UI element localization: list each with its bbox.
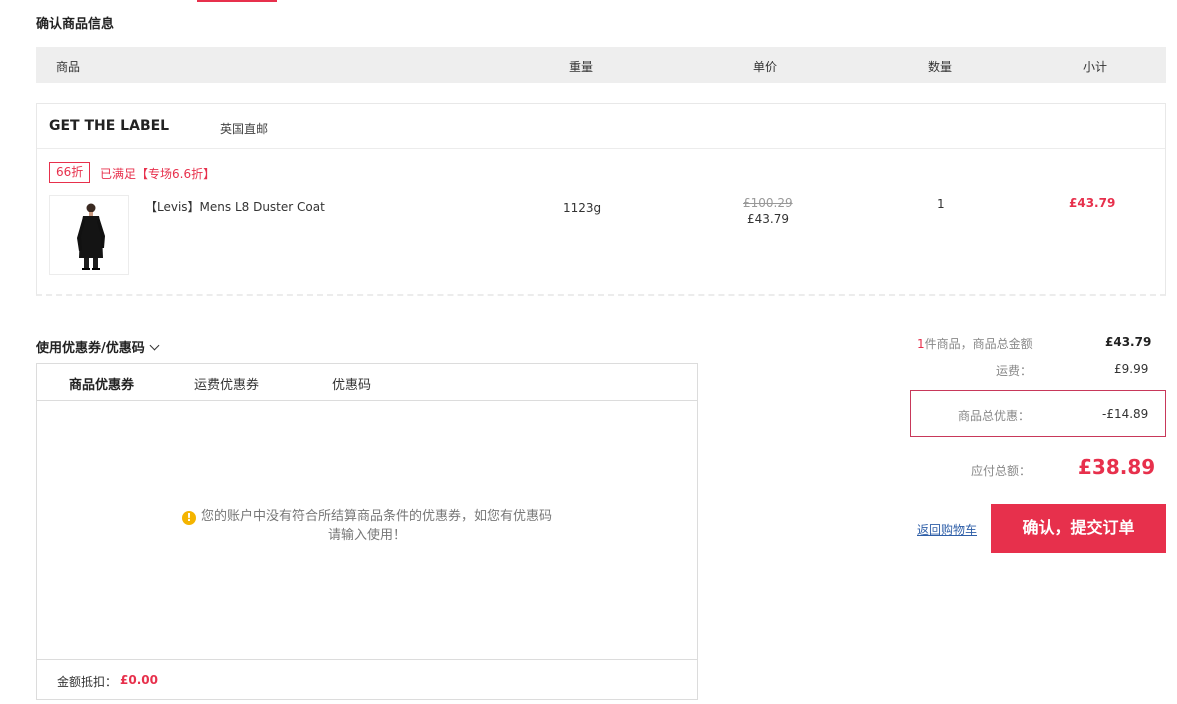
original-price: £100.29: [743, 196, 793, 210]
goods-count-label: 1件商品，商品总金额: [917, 335, 1033, 352]
unit-price: £43.79: [747, 212, 789, 226]
product-quantity: 1: [937, 197, 945, 211]
promo-text: 已满足【专场6.6折】: [100, 167, 216, 181]
header-weight: 重量: [569, 60, 594, 74]
product-weight: 1123g: [563, 201, 602, 215]
coupon-tabs: 商品优惠券 运费优惠券 优惠码: [37, 364, 697, 401]
section-title: 确认商品信息: [36, 17, 115, 32]
goods-total: £43.79: [1105, 335, 1152, 349]
header-unit-price: 单价: [753, 60, 778, 74]
product-name-link[interactable]: 【Levis】Mens L8 Duster Coat: [145, 198, 325, 215]
coupon-panel: 商品优惠券 运费优惠券 优惠码 ! 您的账户中没有符合所结算商品条件的优惠券，如您…: [36, 363, 698, 700]
goods-count-suffix: 件商品，商品总金额: [924, 337, 1033, 351]
coat-figure-icon: [77, 203, 105, 270]
no-coupon-line1: 您的账户中没有符合所结算商品条件的优惠券，如您有优惠码: [200, 509, 552, 524]
coupon-footer: 金额抵扣： £0.00: [37, 659, 697, 699]
product-thumbnail[interactable]: [49, 195, 129, 275]
store-row: GET THE LABEL 英国直邮: [37, 104, 1165, 149]
payable-total: £38.89: [1078, 455, 1156, 479]
tab-promo-code[interactable]: 优惠码: [332, 374, 371, 393]
tab-shipping-coupon[interactable]: 运费优惠券: [194, 374, 259, 393]
discount-label: 商品总优惠：: [958, 409, 1031, 423]
promo-tag: 66折: [49, 162, 91, 183]
active-step-indicator: [197, 0, 277, 2]
store-name[interactable]: GET THE LABEL: [49, 118, 169, 134]
store-order-block: GET THE LABEL 英国直邮 66折 已满足【专场6.6折】 【Levi…: [36, 103, 1166, 296]
submit-order-button[interactable]: 确认，提交订单: [991, 504, 1166, 553]
item-subtotal: £43.79: [1069, 196, 1116, 210]
shipping-label: 运费：: [996, 364, 1033, 378]
coupon-section-title: 使用优惠券/优惠码: [36, 341, 145, 356]
deduction-value: £0.00: [120, 673, 158, 687]
goods-count: 1: [917, 337, 925, 351]
header-quantity: 数量: [928, 60, 953, 74]
coupon-section-toggle[interactable]: 使用优惠券/优惠码: [36, 337, 160, 356]
shipping-method: 英国直邮: [220, 122, 269, 136]
header-subtotal: 小计: [1083, 60, 1108, 74]
no-coupon-line2: 请输入使用！: [327, 528, 406, 543]
discount-box: 商品总优惠： -£14.89: [910, 390, 1166, 437]
warning-icon: !: [181, 511, 196, 525]
shipping-value: £9.99: [1114, 362, 1149, 376]
back-to-cart-link[interactable]: 返回购物车: [917, 521, 977, 538]
payable-label: 应付总额：: [971, 464, 1032, 478]
header-product: 商品: [56, 60, 81, 74]
no-coupon-message: ! 您的账户中没有符合所结算商品条件的优惠券，如您有优惠码 请输入使用！: [37, 507, 697, 545]
table-header: 商品 重量 单价 数量 小计: [36, 47, 1166, 83]
tab-product-coupon[interactable]: 商品优惠券: [69, 374, 134, 393]
chevron-down-icon: [149, 340, 160, 351]
discount-value: -£14.89: [1102, 407, 1149, 421]
deduction-label: 金额抵扣：: [57, 675, 118, 689]
